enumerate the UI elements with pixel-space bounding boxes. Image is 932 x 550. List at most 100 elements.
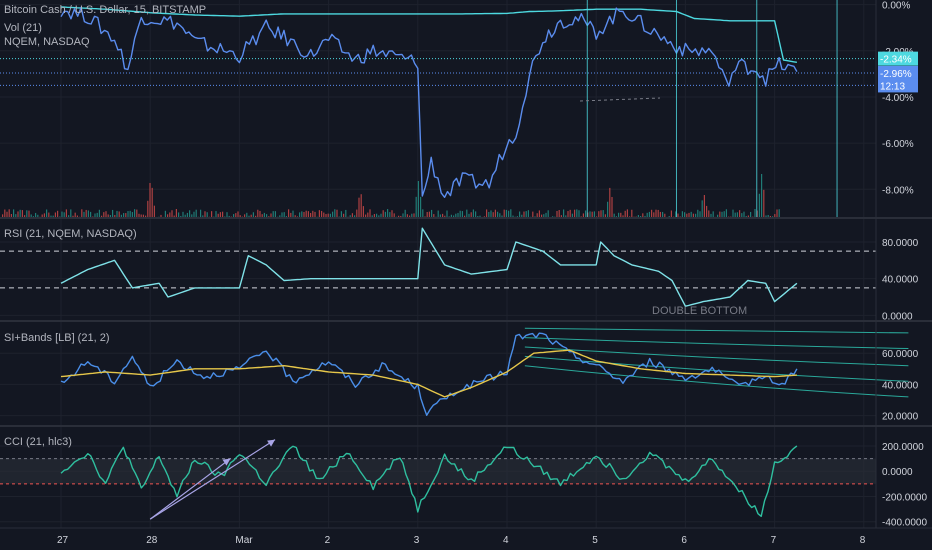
volume-bar <box>417 181 419 217</box>
volume-bar <box>376 213 378 217</box>
volume-bar <box>580 216 582 217</box>
volume-bar <box>598 211 600 217</box>
volume-bar <box>10 213 12 217</box>
volume-bar <box>499 213 501 217</box>
price-axis[interactable]: 0.00%-2.00%-4.00%-6.00%-8.00%-2.34%-2.96… <box>875 0 927 529</box>
volume-bar <box>219 212 221 217</box>
volume-bar <box>17 211 19 217</box>
volume-bar <box>389 212 391 217</box>
series-line-main-1[interactable] <box>60 6 798 199</box>
series-line-si-0[interactable] <box>60 332 798 416</box>
volume-bar <box>536 213 538 217</box>
volume-bar <box>765 215 767 217</box>
series-line-rsi-0[interactable] <box>60 227 798 307</box>
volume-bar <box>558 210 560 217</box>
volume-bar <box>294 215 296 217</box>
volume-bar <box>543 214 545 217</box>
volume-bar <box>127 211 129 217</box>
volume-bar <box>94 213 96 217</box>
volume-bar <box>61 211 63 217</box>
x-tick-label: 2 <box>325 535 331 546</box>
volume-bar <box>424 216 426 217</box>
volume-bar <box>145 215 147 217</box>
volume-bar <box>692 213 694 217</box>
volume-bar <box>563 209 565 217</box>
cci-pane-title[interactable]: CCI (21, hlc3) <box>4 436 72 448</box>
volume-bar <box>186 212 188 217</box>
volume-bar <box>655 209 657 217</box>
volume-bar <box>411 213 413 217</box>
volume-bar <box>604 214 606 217</box>
x-tick-label: 3 <box>414 535 420 546</box>
volume-bar <box>468 213 470 217</box>
volume-bar <box>455 213 457 217</box>
volume-bar <box>340 211 342 217</box>
volume-bar <box>32 216 34 217</box>
volume-bar <box>356 209 358 217</box>
trading-chart[interactable]: 0.00%-2.00%-4.00%-6.00%-8.00%-2.34%-2.96… <box>0 0 932 550</box>
volume-bar <box>246 212 248 217</box>
volume-bar <box>26 210 28 217</box>
si-pane-title[interactable]: SI+Bands [LB] (21, 2) <box>4 332 109 344</box>
volume-bar <box>611 196 613 217</box>
volume-bar <box>228 215 230 217</box>
volume-bar <box>222 211 224 217</box>
volume-indicator-label[interactable]: Vol (21) <box>4 22 42 34</box>
double-bottom-annotation: DOUBLE BOTTOM <box>652 305 747 317</box>
volume-bar <box>431 209 433 217</box>
volume-bar <box>252 212 254 217</box>
volume-bar <box>712 211 714 217</box>
volume-bar <box>41 214 43 217</box>
volume-bar <box>136 209 138 217</box>
volume-bar <box>631 209 633 217</box>
volume-bar <box>670 210 672 217</box>
y-tick-label: -4.00% <box>882 93 914 104</box>
volume-bar <box>200 209 202 217</box>
volume-bar <box>706 205 708 217</box>
volume-bar <box>378 215 380 217</box>
volume-bar <box>763 189 765 217</box>
volume-bar <box>721 211 723 217</box>
volume-bar <box>622 215 624 217</box>
volume-bar <box>35 212 37 217</box>
volume-bar <box>745 216 747 217</box>
volume-bar <box>13 209 15 217</box>
volume-bar <box>774 214 776 217</box>
volume-bar <box>525 211 527 217</box>
volume-bar <box>662 211 664 217</box>
price-line-annotation <box>579 97 661 102</box>
rsi-pane-title[interactable]: RSI (21, NQEM, NASDAQ) <box>4 228 137 240</box>
series-line-si-1[interactable] <box>60 349 797 398</box>
volume-bar <box>57 210 59 217</box>
volume-bar <box>323 212 325 217</box>
volume-bar <box>312 210 314 217</box>
volume-bar <box>182 211 184 217</box>
volume-bar <box>369 209 371 217</box>
volume-bar <box>472 209 474 217</box>
volume-bar <box>582 213 584 217</box>
volume-bar <box>81 209 83 217</box>
volume-bar <box>235 213 237 217</box>
volume-bar <box>464 215 466 217</box>
volume-bar <box>195 209 197 217</box>
volume-bar <box>120 214 122 217</box>
volume-bar <box>593 211 595 217</box>
volume-bar <box>426 212 428 217</box>
time-axis[interactable]: 2728Mar23456789 <box>0 527 932 546</box>
volume-bar <box>371 215 373 217</box>
volume-bar <box>648 211 650 217</box>
volume-bar <box>255 215 257 217</box>
volume-bar <box>15 214 17 217</box>
y-tick-label: -8.00% <box>882 185 914 196</box>
volume-bar <box>28 210 30 217</box>
volume-bar <box>349 215 351 217</box>
volume-bar <box>758 193 760 217</box>
volume-bar <box>118 211 120 217</box>
volume-bar <box>237 211 239 217</box>
compare-symbol-label[interactable]: NQEM, NASDAQ <box>4 36 90 48</box>
volume-bar <box>292 210 294 217</box>
volume-bar <box>296 216 298 217</box>
volume-bar <box>134 209 136 217</box>
volume-bar <box>301 211 303 217</box>
volume-bar <box>677 213 679 217</box>
